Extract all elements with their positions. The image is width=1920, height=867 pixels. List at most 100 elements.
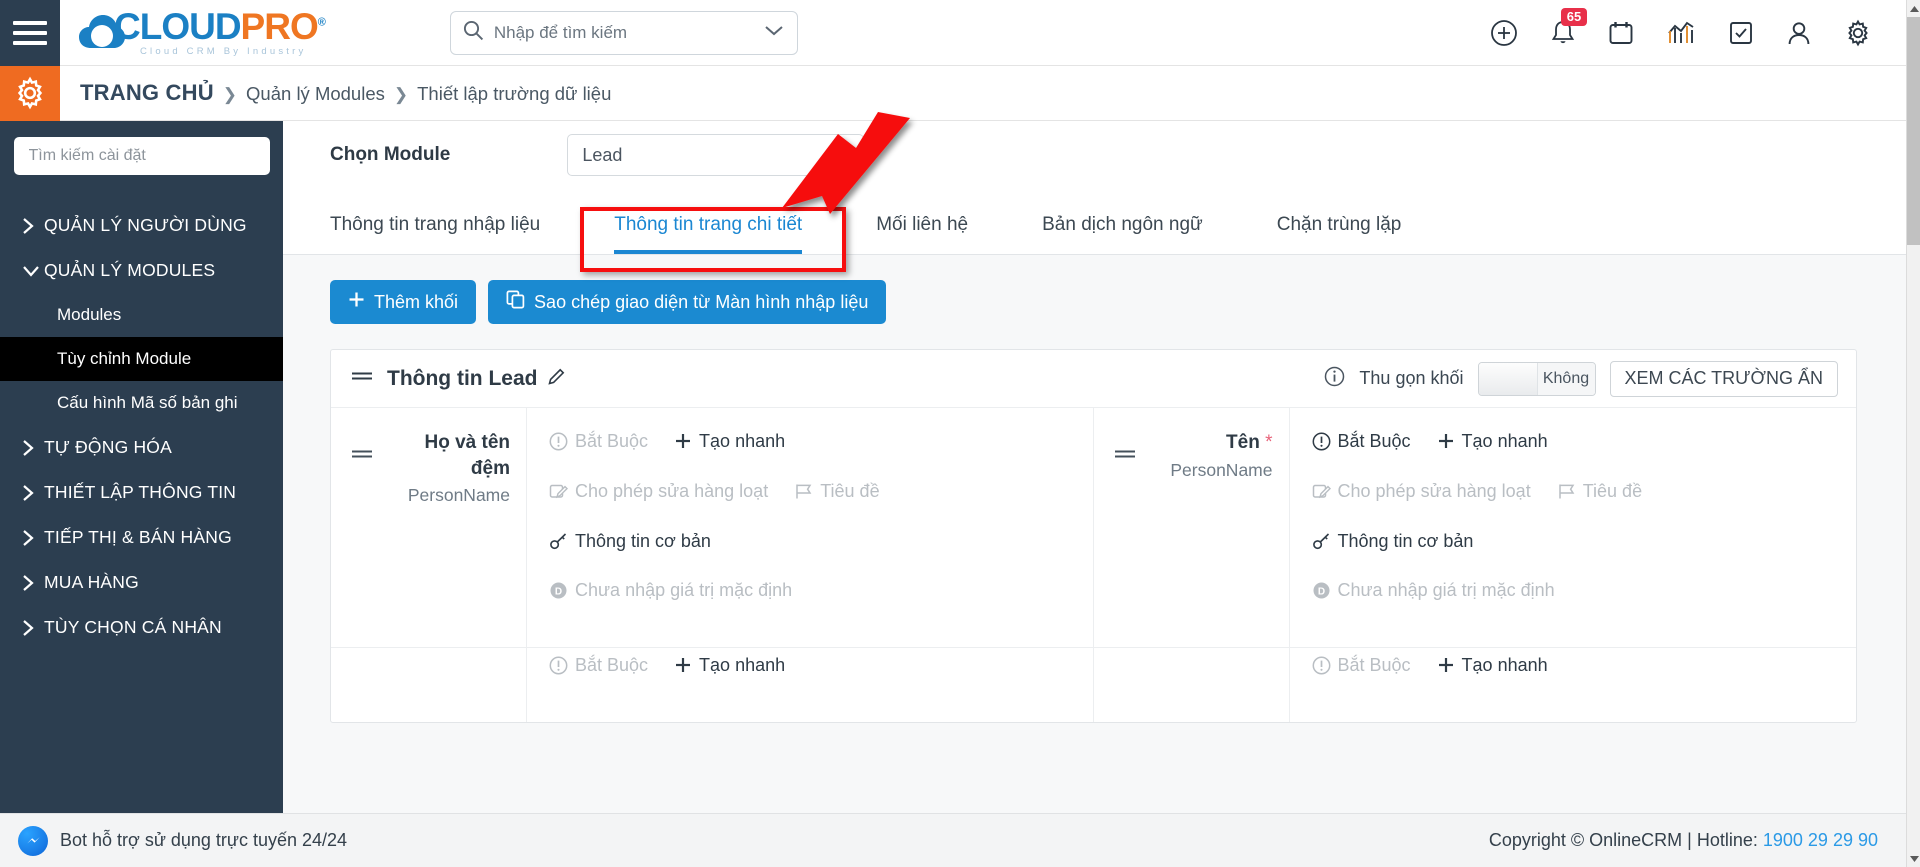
drag-handle-icon[interactable] (1114, 447, 1136, 647)
calendar-icon[interactable] (1608, 20, 1634, 46)
sidebar-item-label: TIẾP THỊ & BÁN HÀNG (44, 527, 232, 547)
sidebar-item-purchasing[interactable]: MUA HÀNG (0, 560, 283, 605)
breadcrumb-home[interactable]: TRANG CHỦ (80, 80, 214, 106)
collapse-block-toggle[interactable]: Không (1477, 361, 1596, 396)
breadcrumb-item-modules[interactable]: Quản lý Modules (246, 83, 385, 105)
copy-layout-label: Sao chép giao diện từ Màn hình nhập liệu (534, 291, 869, 312)
gear-icon[interactable] (1844, 19, 1872, 47)
field-options-line-1: Bắt Buộc Tạo nhanh (549, 654, 1075, 682)
copy-layout-button[interactable]: Sao chép giao diện từ Màn hình nhập liệu (488, 280, 887, 324)
field-column-left: Họ và tên đệm PersonName Bắt Buộc Tạo nh… (331, 408, 1094, 722)
cloudpro-logo[interactable]: CLOUDPRO® Cloud CRM By Industry (78, 8, 326, 57)
option-headline[interactable]: Tiêu đề (1557, 480, 1642, 508)
exclamation-circle-icon (549, 432, 568, 458)
svg-text:D: D (1317, 587, 1324, 598)
global-search-box[interactable] (449, 10, 798, 55)
option-quick-create[interactable]: Tạo nhanh (1437, 654, 1548, 681)
module-selector-row: Chọn Module Lead (283, 121, 1906, 189)
hamburger-menu-icon[interactable] (0, 0, 60, 66)
info-circle-icon[interactable] (1324, 366, 1345, 392)
chevron-down-icon[interactable] (763, 23, 785, 42)
option-headline-label: Tiêu đề (820, 480, 880, 501)
scrollbar-thumb[interactable] (1907, 17, 1920, 245)
option-mass-edit[interactable]: Cho phép sửa hàng loạt (549, 480, 768, 508)
sidebar-item-modules[interactable]: Modules (0, 293, 283, 337)
sidebar-item-personal-options[interactable]: TÙY CHỌN CÁ NHÂN (0, 605, 283, 650)
tab-edit-view[interactable]: Thông tin trang nhập liệu (330, 214, 540, 254)
option-default-value[interactable]: D Chưa nhập giá trị mặc định (1312, 579, 1555, 607)
sidebar-item-module-management[interactable]: QUẢN LÝ MODULES (0, 248, 283, 293)
field-grid: Họ và tên đệm PersonName Bắt Buộc Tạo nh… (331, 408, 1856, 722)
option-mass-edit[interactable]: Cho phép sửa hàng loạt (1312, 480, 1531, 508)
main-content: Chọn Module Lead Thông tin trang nhập li… (283, 121, 1906, 813)
plus-icon (348, 291, 365, 313)
drag-handle-icon[interactable] (351, 369, 373, 388)
field-identity: Họ và tên đệm PersonName (331, 408, 527, 647)
sidebar-subitem-label: Tùy chỉnh Module (57, 349, 192, 368)
search-input[interactable] (493, 22, 763, 43)
add-circle-icon[interactable] (1490, 19, 1518, 47)
option-quick-create[interactable]: Tạo nhanh (674, 654, 785, 681)
bell-icon[interactable]: 65 (1550, 7, 1587, 47)
breadcrumb-separator-icon: ❯ (222, 85, 238, 104)
add-block-label: Thêm khối (374, 291, 459, 312)
field-api-name: PersonName (407, 485, 510, 506)
tab-translations[interactable]: Bản dịch ngôn ngữ (1042, 214, 1203, 254)
settings-gear-icon[interactable] (0, 65, 60, 121)
drag-handle-icon[interactable] (351, 447, 373, 647)
hotline-number[interactable]: 1900 29 29 90 (1763, 830, 1878, 850)
sidebar-item-marketing-sales[interactable]: TIẾP THỊ & BÁN HÀNG (0, 515, 283, 560)
field-label-text: Họ và tên đệm (424, 432, 510, 479)
task-check-icon[interactable] (1728, 20, 1754, 46)
sidebar-item-record-numbering[interactable]: Cấu hình Mã số bản ghi (0, 381, 283, 425)
scroll-up-arrow-icon[interactable] (1907, 0, 1920, 17)
chevron-down-icon (22, 264, 44, 277)
analytics-icon[interactable] (1666, 20, 1696, 46)
option-headline-label: Tiêu đề (1582, 480, 1643, 501)
field-names: Tên * PersonName (1150, 430, 1272, 647)
option-quick-create-label: Tạo nhanh (1461, 431, 1548, 451)
option-default-value-label: Chưa nhập giá trị mặc định (1337, 580, 1555, 601)
option-quick-create[interactable]: Tạo nhanh (1437, 430, 1548, 457)
option-quick-create[interactable]: Tạo nhanh (674, 430, 785, 457)
sidebar-search-input[interactable] (28, 147, 255, 165)
chevron-right-icon (22, 619, 44, 637)
default-value-icon: D (549, 581, 568, 607)
sidebar-item-info-setup[interactable]: THIẾT LẬP THÔNG TIN (0, 470, 283, 515)
add-block-button[interactable]: Thêm khối (330, 280, 477, 324)
field-options: Bắt Buộc Tạo nhanh (527, 408, 1093, 647)
sidebar-item-user-management[interactable]: QUẢN LÝ NGƯỜI DÙNG (0, 203, 283, 248)
svg-text:D: D (555, 587, 562, 598)
option-basic-info[interactable]: Thông tin cơ bản (1312, 530, 1474, 558)
field-options-line-2: Cho phép sửa hàng loạt Tiêu đề (1312, 480, 1839, 508)
sidebar-item-customize-module[interactable]: Tùy chỉnh Module (0, 337, 283, 381)
tab-duplicate-prevention[interactable]: Chặn trùng lặp (1277, 214, 1402, 254)
module-select-dropdown[interactable]: Lead (567, 134, 865, 176)
page-scrollbar[interactable] (1906, 0, 1920, 867)
option-required[interactable]: Bắt Buộc (1312, 430, 1411, 458)
sidebar-search-box[interactable] (13, 137, 270, 175)
option-default-value[interactable]: D Chưa nhập giá trị mặc định (549, 579, 792, 607)
tab-detail-view[interactable]: Thông tin trang chi tiết (614, 214, 803, 254)
user-icon[interactable] (1786, 20, 1812, 46)
option-required[interactable]: Bắt Buộc (549, 654, 648, 682)
tab-relationships[interactable]: Mối liên hệ (876, 214, 968, 254)
option-headline[interactable]: Tiêu đề (794, 480, 880, 508)
pencil-edit-icon[interactable] (547, 367, 566, 391)
logo-wordmark: CLOUDPRO® (114, 8, 326, 45)
flag-icon (794, 482, 813, 508)
option-required[interactable]: Bắt Buộc (549, 430, 648, 458)
option-basic-info[interactable]: Thông tin cơ bản (549, 530, 711, 558)
field-identity (1094, 648, 1290, 722)
footer-bot-link[interactable]: Bot hỗ trợ sử dụng trực tuyến 24/24 (18, 825, 347, 856)
scroll-down-arrow-icon[interactable] (1907, 850, 1920, 867)
option-basic-info-label: Thông tin cơ bản (1337, 530, 1474, 551)
view-hidden-fields-button[interactable]: XEM CÁC TRƯỜNG ẨN (1609, 360, 1838, 397)
breadcrumb-item-field-setup[interactable]: Thiết lập trường dữ liệu (417, 83, 611, 105)
sidebar-item-automation[interactable]: TỰ ĐỘNG HÓA (0, 425, 283, 470)
option-required[interactable]: Bắt Buộc (1312, 654, 1411, 682)
option-default-value-label: Chưa nhập giá trị mặc định (575, 580, 793, 601)
logo-text: CLOUDPRO® Cloud CRM By Industry (114, 8, 326, 57)
field-label: Tên * (1150, 430, 1272, 456)
field-row: Họ và tên đệm PersonName Bắt Buộc Tạo nh… (331, 408, 1093, 648)
